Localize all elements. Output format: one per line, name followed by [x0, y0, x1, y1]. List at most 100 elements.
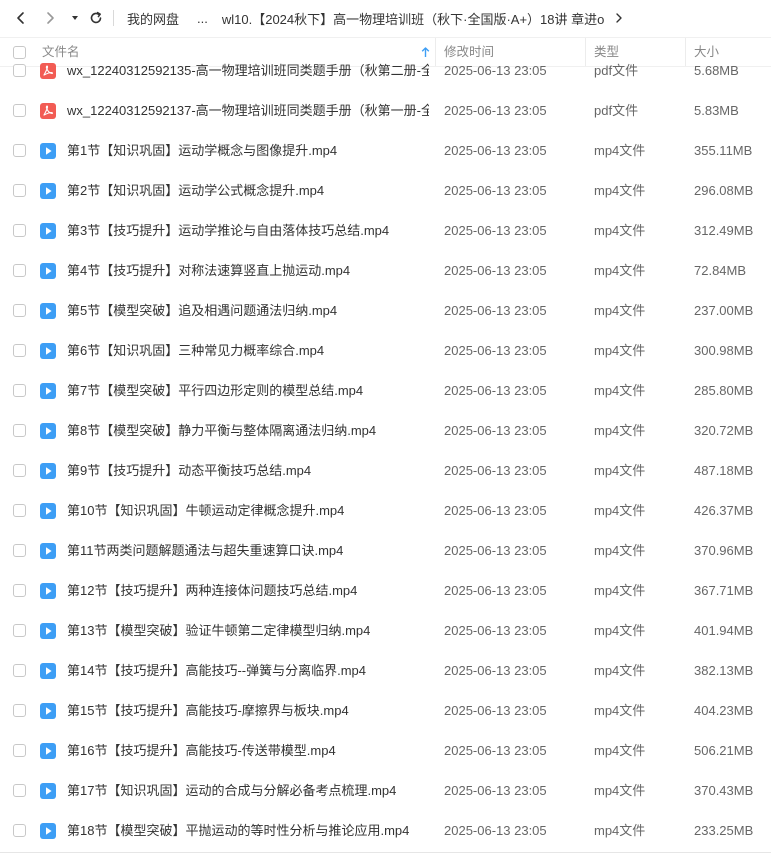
- file-row[interactable]: 第18节【模型突破】平抛运动的等时性分析与推论应用.mp4 2025-06-13 …: [0, 811, 771, 851]
- file-name: 第3节【技巧提升】运动学推论与自由落体技巧总结.mp4: [67, 223, 390, 238]
- file-list: wx_12240312592135-高一物理培训班同类题手册（秋第二册-全...…: [0, 52, 771, 852]
- file-size: 320.72MB: [694, 423, 754, 438]
- video-icon: [40, 503, 56, 519]
- file-name: 第10节【知识巩固】牛顿运动定律概念提升.mp4: [67, 503, 345, 518]
- row-checkbox[interactable]: [13, 704, 26, 717]
- row-checkbox[interactable]: [13, 504, 26, 517]
- back-button[interactable]: [11, 8, 31, 28]
- file-row[interactable]: 第12节【技巧提升】两种连接体问题技巧总结.mp4 2025-06-13 23:0…: [0, 571, 771, 611]
- file-type: mp4文件: [594, 183, 646, 198]
- file-size: 296.08MB: [694, 183, 754, 198]
- file-type: mp4文件: [594, 543, 646, 558]
- row-checkbox[interactable]: [13, 464, 26, 477]
- row-checkbox[interactable]: [13, 104, 26, 117]
- file-name: 第8节【模型突破】静力平衡与整体隔离通法归纳.mp4: [67, 423, 377, 438]
- file-name: 第11节两类问题解题通法与超失重速算口诀.mp4: [67, 543, 344, 558]
- file-size: 300.98MB: [694, 343, 754, 358]
- file-name: 第16节【技巧提升】高能技巧-传送带模型.mp4: [67, 743, 336, 758]
- file-row[interactable]: 第4节【技巧提升】对称法速算竖直上抛运动.mp4 2025-06-13 23:05…: [0, 251, 771, 291]
- file-row[interactable]: wx_12240312592135-高一物理培训班同类题手册（秋第二册-全...…: [0, 52, 771, 91]
- video-icon: [40, 783, 56, 799]
- file-name: 第12节【技巧提升】两种连接体问题技巧总结.mp4: [67, 583, 358, 598]
- modified-time: 2025-06-13 23:05: [444, 303, 547, 318]
- file-row[interactable]: wx_12240312592137-高一物理培训班同类题手册（秋第一册-全...…: [0, 91, 771, 131]
- file-size: 5.83MB: [694, 103, 739, 118]
- file-size: 5.68MB: [694, 63, 739, 78]
- file-row[interactable]: 第8节【模型突破】静力平衡与整体隔离通法归纳.mp4 2025-06-13 23:…: [0, 411, 771, 451]
- refresh-button[interactable]: [86, 8, 106, 28]
- row-checkbox[interactable]: [13, 744, 26, 757]
- file-size: 72.84MB: [694, 263, 747, 278]
- row-checkbox[interactable]: [13, 424, 26, 437]
- file-type: mp4文件: [594, 263, 646, 278]
- file-name: 第7节【模型突破】平行四边形定则的模型总结.mp4: [67, 383, 364, 398]
- file-row[interactable]: 第16节【技巧提升】高能技巧-传送带模型.mp4 2025-06-13 23:05…: [0, 731, 771, 771]
- file-type: mp4文件: [594, 223, 646, 238]
- file-row[interactable]: 第9节【技巧提升】动态平衡技巧总结.mp4 2025-06-13 23:05 mp4…: [0, 451, 771, 491]
- refresh-icon: [90, 11, 102, 24]
- file-row[interactable]: 第10节【知识巩固】牛顿运动定律概念提升.mp4 2025-06-13 23:05…: [0, 491, 771, 531]
- row-checkbox[interactable]: [13, 344, 26, 357]
- modified-time: 2025-06-13 23:05: [444, 63, 547, 78]
- video-icon: [40, 343, 56, 359]
- chevron-left-icon: [17, 12, 24, 24]
- file-size: 237.00MB: [694, 303, 754, 318]
- file-row[interactable]: 第3节【技巧提升】运动学推论与自由落体技巧总结.mp4 2025-06-13 23…: [0, 211, 771, 251]
- modified-time: 2025-06-13 23:05: [444, 223, 547, 238]
- file-row[interactable]: 第15节【技巧提升】高能技巧-摩擦界与板块.mp4 2025-06-13 23:0…: [0, 691, 771, 731]
- row-checkbox[interactable]: [13, 664, 26, 677]
- row-checkbox[interactable]: [13, 184, 26, 197]
- file-size: 285.80MB: [694, 383, 754, 398]
- row-checkbox[interactable]: [13, 224, 26, 237]
- file-type: mp4文件: [594, 663, 646, 678]
- file-row[interactable]: 第11节两类问题解题通法与超失重速算口诀.mp4 2025-06-13 23:05…: [0, 531, 771, 571]
- file-row[interactable]: 第5节【模型突破】追及相遇问题通法归纳.mp4 2025-06-13 23:05 m…: [0, 291, 771, 331]
- file-name: 第17节【知识巩固】运动的合成与分解必备考点梳理.mp4: [67, 783, 397, 798]
- file-name: 第18节【模型突破】平抛运动的等时性分析与推论应用.mp4: [67, 823, 410, 838]
- row-checkbox[interactable]: [13, 824, 26, 837]
- file-row[interactable]: 第7节【模型突破】平行四边形定则的模型总结.mp4 2025-06-13 23:0…: [0, 371, 771, 411]
- row-checkbox[interactable]: [13, 584, 26, 597]
- file-row[interactable]: 第2节【知识巩固】运动学公式概念提升.mp4 2025-06-13 23:05 mp…: [0, 171, 771, 211]
- modified-time: 2025-06-13 23:05: [444, 743, 547, 758]
- file-type: mp4文件: [594, 463, 646, 478]
- history-dropdown-button[interactable]: [65, 8, 85, 28]
- forward-button[interactable]: [40, 8, 60, 28]
- file-type: mp4文件: [594, 743, 646, 758]
- file-size: 404.23MB: [694, 703, 754, 718]
- modified-time: 2025-06-13 23:05: [444, 543, 547, 558]
- file-type: mp4文件: [594, 143, 646, 158]
- file-row[interactable]: 第6节【知识巩固】三种常见力概率综合.mp4 2025-06-13 23:05 mp…: [0, 331, 771, 371]
- row-checkbox[interactable]: [13, 624, 26, 637]
- file-type: mp4文件: [594, 423, 646, 438]
- file-row[interactable]: 第1节【知识巩固】运动学概念与图像提升.mp4 2025-06-13 23:05 m…: [0, 131, 771, 171]
- breadcrumb-item-ellipsis[interactable]: ...: [197, 11, 208, 26]
- file-type: mp4文件: [594, 823, 646, 838]
- row-checkbox[interactable]: [13, 304, 26, 317]
- chevron-right-icon: [47, 12, 54, 24]
- video-icon: [40, 463, 56, 479]
- file-row[interactable]: 第14节【技巧提升】高能技巧--弹簧与分离临界.mp4 2025-06-13 23…: [0, 651, 771, 691]
- chevron-right-icon[interactable]: [614, 12, 624, 24]
- file-row[interactable]: 第17节【知识巩固】运动的合成与分解必备考点梳理.mp4 2025-06-13 2…: [0, 771, 771, 811]
- file-type: mp4文件: [594, 383, 646, 398]
- file-type: mp4文件: [594, 503, 646, 518]
- row-checkbox[interactable]: [13, 384, 26, 397]
- row-checkbox[interactable]: [13, 784, 26, 797]
- file-row[interactable]: 第13节【模型突破】验证牛顿第二定律模型归纳.mp4 2025-06-13 23:…: [0, 611, 771, 651]
- row-checkbox[interactable]: [13, 264, 26, 277]
- video-icon: [40, 823, 56, 839]
- file-name: 第14节【技巧提升】高能技巧--弹簧与分离临界.mp4: [67, 663, 367, 678]
- video-icon: [40, 183, 56, 199]
- video-icon: [40, 743, 56, 759]
- row-checkbox[interactable]: [13, 64, 26, 77]
- caret-down-icon: [72, 16, 78, 20]
- row-checkbox[interactable]: [13, 144, 26, 157]
- breadcrumb-item-current[interactable]: wl10.【2024秋下】高一物理培训班（秋下·全国版·A+）18讲 章进o: [222, 9, 605, 28]
- row-checkbox[interactable]: [13, 544, 26, 557]
- file-name: wx_12240312592135-高一物理培训班同类题手册（秋第二册-全...: [67, 63, 429, 78]
- breadcrumb-item-root[interactable]: 我的网盘: [127, 9, 179, 28]
- video-icon: [40, 383, 56, 399]
- file-name: 第15节【技巧提升】高能技巧-摩擦界与板块.mp4: [67, 703, 349, 718]
- file-type: mp4文件: [594, 583, 646, 598]
